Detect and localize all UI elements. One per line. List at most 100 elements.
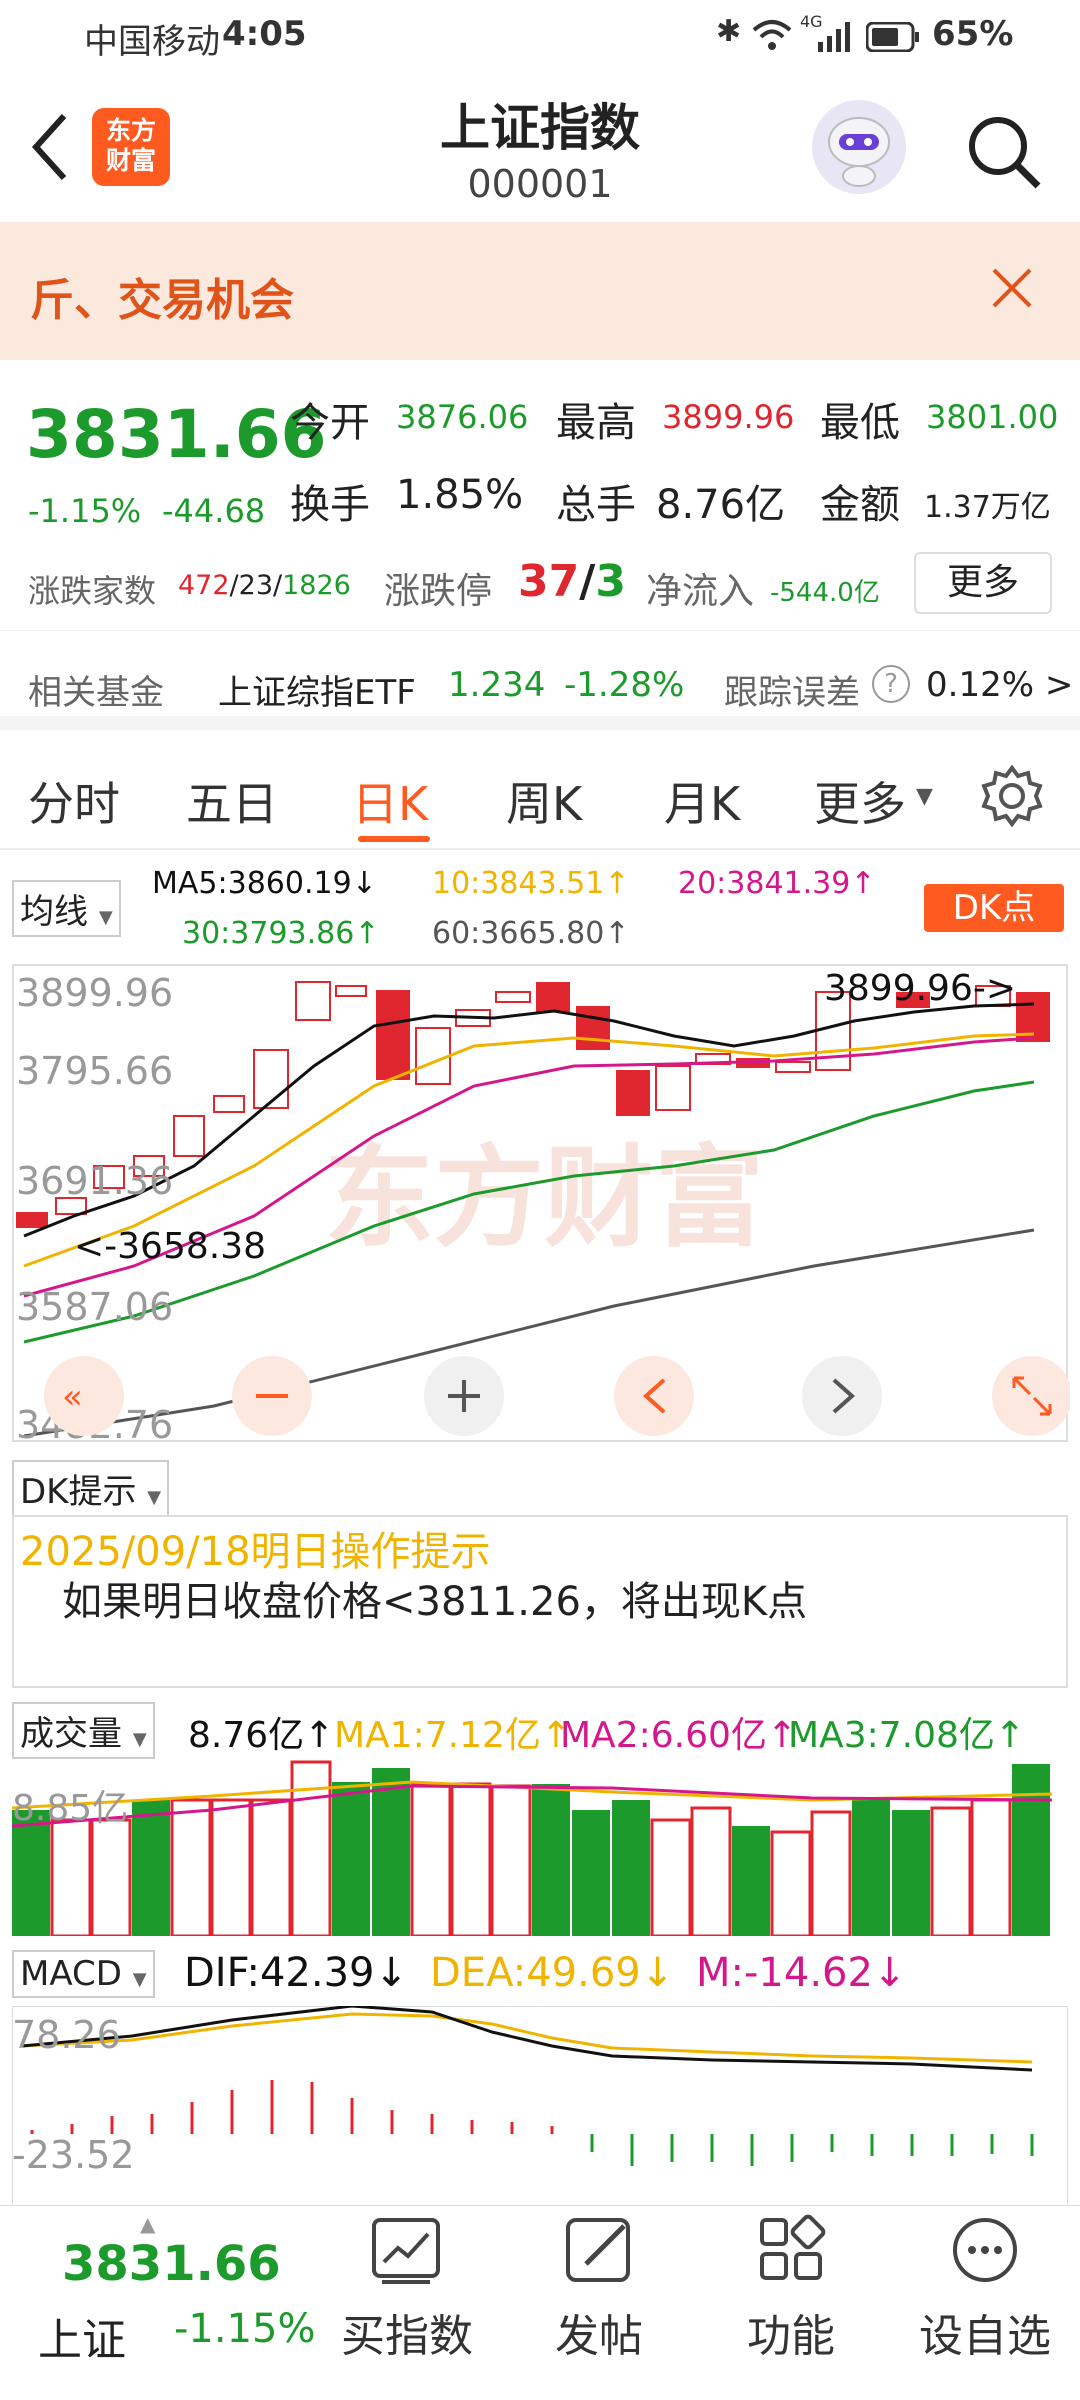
macd-dea: DEA:49.69↓ <box>430 1950 675 1996</box>
robot-assistant-icon[interactable] <box>812 100 906 194</box>
turnover-label: 换手 <box>290 482 370 528</box>
macd-dropdown[interactable]: MACD ▼ <box>12 1950 155 1998</box>
candle <box>616 1070 650 1116</box>
chart-trend-icon <box>372 2218 440 2284</box>
low-label: 最低 <box>820 400 900 446</box>
volume-bar <box>250 1798 292 1936</box>
ma5-value: MA5:3860.19↓ <box>152 866 377 901</box>
fund-pct: -1.28% <box>564 665 685 705</box>
adv-decl-values: 472/23/1826 <box>178 570 351 601</box>
promo-banner[interactable]: 斤、交易机会 <box>0 222 1080 360</box>
chevron-down-icon: ▼ <box>147 1487 162 1508</box>
adv-down: 1826 <box>282 570 351 601</box>
scroll-left-button[interactable] <box>614 1356 694 1436</box>
app-logo[interactable]: 东方 财富 <box>92 108 170 186</box>
dk-tip-text: 如果明日收盘价格<3811.26，将出现K点 <box>62 1579 808 1625</box>
related-fund-row[interactable]: 相关基金 上证综指ETF 1.234 -1.28% 跟踪误差 ? 0.12% > <box>0 630 1080 730</box>
candle <box>173 1115 205 1157</box>
functions-label: 功能 <box>747 2311 835 2362</box>
macd-dif: DIF:42.39↓ <box>184 1950 409 1996</box>
volume-bar <box>450 1782 492 1936</box>
last-price: 3831.66 <box>26 396 327 473</box>
volume-bar <box>650 1818 692 1936</box>
candle <box>213 1095 245 1113</box>
volume-bar <box>490 1784 532 1936</box>
bottom-name: 上证 <box>38 2315 126 2366</box>
edit-icon <box>566 2218 630 2282</box>
fund-label: 相关基金 <box>28 673 164 713</box>
help-icon[interactable]: ? <box>872 665 910 703</box>
rewind-button[interactable] <box>44 1356 124 1436</box>
ma-selector[interactable]: 均线 ▼ <box>12 880 121 937</box>
post-button[interactable]: 发帖 <box>524 2206 674 2364</box>
grid-icon <box>760 2214 826 2280</box>
volume-bar <box>50 1818 92 1936</box>
limit-down: 3 <box>595 556 626 607</box>
macd-chart[interactable]: 78.26 -23.52 <box>12 2006 1068 2206</box>
tab-daily-k[interactable]: 日K <box>352 768 428 834</box>
tab-more[interactable]: 更多 <box>814 768 906 834</box>
more-dots-icon <box>953 2218 1017 2282</box>
buy-index-button[interactable]: 买指数 <box>332 2206 482 2364</box>
netflow-value: -544.0亿 <box>770 578 880 608</box>
volume-selector-label: 成交量 <box>20 1714 122 1754</box>
close-icon[interactable] <box>990 266 1034 310</box>
dk-selector[interactable]: DK提示 ▼ <box>12 1460 170 1517</box>
bottom-toolbar: ▲ 3831.66 上证 -1.15% 买指数 发帖 功能 设自选 <box>0 2205 1080 2400</box>
candle <box>253 1049 289 1109</box>
tracking-error-value[interactable]: 0.12% > <box>926 665 1073 705</box>
ma-dropdown[interactable]: 均线 ▼ <box>12 880 121 937</box>
candle <box>415 1027 451 1085</box>
y-axis-label: 3899.96 <box>16 971 173 1015</box>
open-label: 今开 <box>290 400 370 446</box>
max-annotation: 3899.96-> <box>824 968 1016 1009</box>
volume-dropdown[interactable]: 成交量 ▼ <box>12 1702 155 1759</box>
vol-ma2: MA2:6.60亿↑ <box>560 1715 798 1756</box>
search-icon[interactable] <box>964 112 1044 192</box>
volume-selector[interactable]: 成交量 ▼ <box>12 1702 155 1759</box>
limit-values: 37/3 <box>518 556 626 607</box>
dk-dropdown[interactable]: DK提示 ▼ <box>12 1460 170 1517</box>
volume-bar <box>732 1826 770 1936</box>
dk-selector-label: DK提示 <box>20 1472 137 1512</box>
volume-bar <box>690 1806 732 1936</box>
macd-selector-label: MACD <box>20 1954 122 1994</box>
logo-text-2: 财富 <box>105 146 156 175</box>
min-annotation: <-3658.38 <box>74 1226 266 1267</box>
gear-icon[interactable] <box>980 764 1044 828</box>
volume-bar <box>210 1798 252 1936</box>
bottom-pct: -1.15% <box>174 2306 316 2352</box>
tab-monthly-k[interactable]: 月K <box>664 768 740 834</box>
volume-bar <box>612 1800 650 1936</box>
dk-point-button[interactable]: DK点 <box>924 884 1064 932</box>
k-line-svg[interactable]: 东方财富 3899.96 3795.66 3691.36 3587.06 389… <box>14 966 1072 1447</box>
volume-bar <box>770 1830 812 1936</box>
volume-bar <box>170 1798 212 1936</box>
functions-button[interactable]: 功能 <box>716 2206 866 2364</box>
scroll-right-button[interactable] <box>802 1356 882 1436</box>
y-axis-label: 3587.06 <box>16 1285 173 1329</box>
tab-five-day[interactable]: 五日 <box>186 768 278 834</box>
volume-bar <box>90 1818 132 1936</box>
back-icon[interactable] <box>28 112 72 182</box>
volume-bar <box>892 1810 930 1936</box>
banner-text: 斤、交易机会 <box>30 275 294 326</box>
candle <box>576 1006 610 1050</box>
k-line-chart[interactable]: 东方财富 3899.96 3795.66 3691.36 3587.06 389… <box>12 964 1072 1447</box>
more-button[interactable]: 更多 <box>914 552 1052 614</box>
turnover-value: 1.85% <box>396 472 524 518</box>
fullscreen-button[interactable] <box>992 1356 1072 1436</box>
macd-selector[interactable]: MACD ▼ <box>12 1950 155 1998</box>
volume-chart[interactable]: 8.85亿 <box>12 1760 1068 1936</box>
tab-intraday[interactable]: 分时 <box>28 768 120 834</box>
volume-bar <box>970 1798 1012 1936</box>
tracking-error-label: 跟踪误差 <box>724 673 860 713</box>
change-pct: -1.15% <box>28 492 142 530</box>
index-code: 000001 <box>467 162 613 206</box>
chevron-up-icon[interactable]: ▲ <box>140 2212 155 2236</box>
candle <box>655 1065 691 1111</box>
chevron-down-icon: ▼ <box>98 907 113 928</box>
tab-weekly-k[interactable]: 周K <box>506 768 582 834</box>
add-watchlist-button[interactable]: 设自选 <box>910 2206 1060 2364</box>
macd-m: M:-14.62↓ <box>696 1950 907 1996</box>
